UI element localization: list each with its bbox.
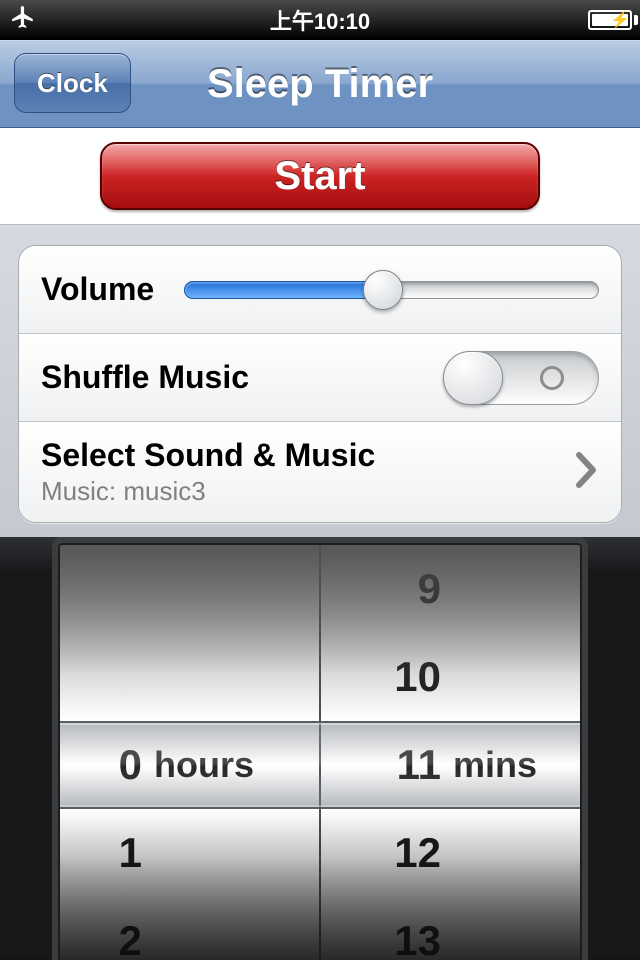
time-picker[interactable]: 0hours12 91011mins1213 — [52, 537, 588, 960]
row-volume: Volume — [19, 246, 621, 334]
row-shuffle: Shuffle Music — [19, 334, 621, 422]
volume-label: Volume — [41, 271, 154, 308]
select-sound-subtitle: Music: music3 — [41, 476, 375, 507]
picker-item: 1 — [52, 809, 319, 897]
picker-item: 2 — [52, 897, 319, 960]
slider-fill — [184, 281, 383, 299]
volume-slider[interactable] — [184, 281, 599, 299]
status-time: 上午10:10 — [130, 4, 510, 36]
battery-charging-icon: ⚡ — [588, 10, 630, 30]
chevron-right-icon — [573, 451, 599, 494]
row-select-sound[interactable]: Select Sound & Music Music: music3 — [19, 422, 621, 522]
picker-item: 11mins — [321, 721, 588, 809]
start-button-label: Start — [274, 154, 365, 199]
picker-column-mins[interactable]: 91011mins1213 — [321, 537, 588, 960]
slider-thumb[interactable] — [363, 270, 403, 310]
shuffle-label: Shuffle Music — [41, 359, 249, 396]
toggle-off-mark-icon — [540, 366, 564, 390]
picker-item — [52, 545, 319, 633]
back-button[interactable]: Clock — [14, 53, 131, 113]
picker-item: 9 — [321, 545, 588, 633]
navigation-bar: Clock Sleep Timer — [0, 40, 640, 128]
picker-column-hours[interactable]: 0hours12 — [52, 537, 321, 960]
page-title: Sleep Timer — [207, 62, 433, 107]
select-sound-label: Select Sound & Music — [41, 437, 375, 474]
toggle-knob — [443, 351, 503, 405]
status-bar: 上午10:10 ⚡ — [0, 0, 640, 40]
back-button-label: Clock — [37, 68, 108, 99]
picker-item — [52, 633, 319, 721]
shuffle-toggle[interactable] — [443, 351, 599, 405]
settings-list: Volume Shuffle Music Select Sound & Musi… — [18, 245, 622, 523]
start-area: Start — [0, 128, 640, 225]
start-button[interactable]: Start — [100, 142, 540, 210]
picker-area: 0hours12 91011mins1213 — [0, 537, 640, 960]
picker-item: 12 — [321, 809, 588, 897]
settings-panel: Volume Shuffle Music Select Sound & Musi… — [0, 225, 640, 537]
airplane-mode-icon — [10, 4, 36, 36]
picker-item: 0hours — [52, 721, 319, 809]
picker-item: 10 — [321, 633, 588, 721]
picker-item: 13 — [321, 897, 588, 960]
